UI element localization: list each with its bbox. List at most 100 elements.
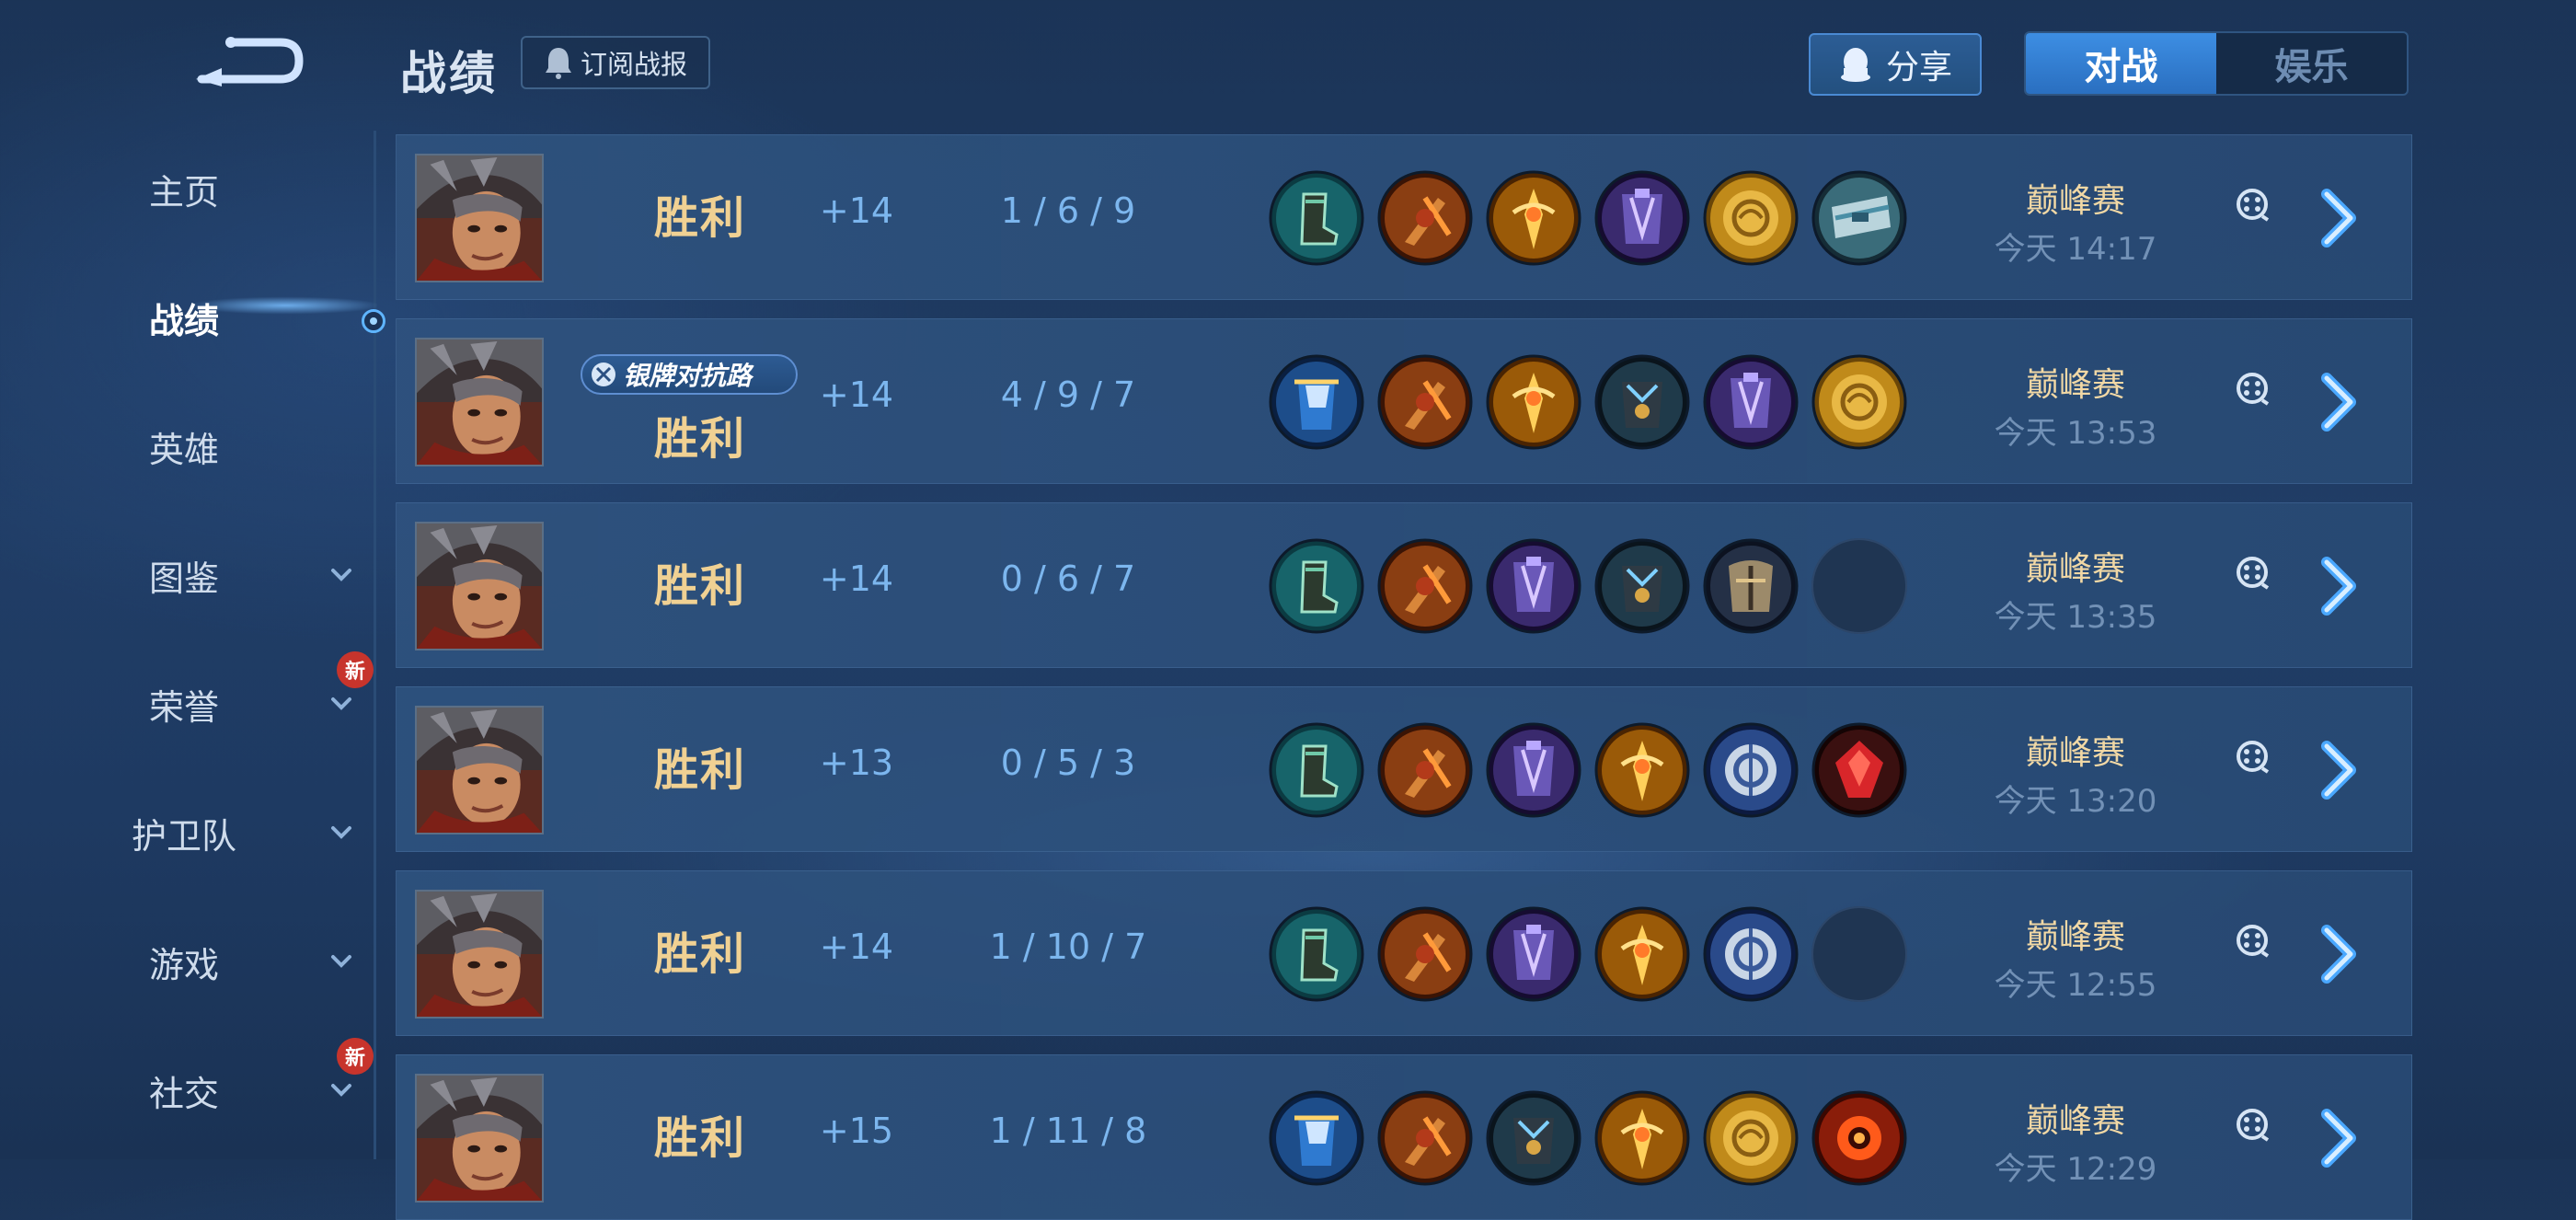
subscribe-report-button[interactable]: 订阅战报: [521, 36, 710, 89]
replay-film-icon[interactable]: [2235, 1107, 2270, 1142]
blade-icon: [1377, 722, 1473, 818]
match-time: 今天 13:20: [1994, 783, 2157, 820]
chevron-right-icon[interactable]: [2317, 555, 2362, 617]
replay-film-icon[interactable]: [2235, 923, 2270, 958]
dark-armor-icon: [1594, 354, 1690, 450]
golden-relic-icon: [1486, 354, 1581, 450]
match-row[interactable]: 胜利 +14 1 / 10 / 7 巅峰赛 今天 12:55: [396, 870, 2412, 1036]
kda: 1 / 6 / 9: [1000, 190, 1136, 231]
match-result: 胜利: [653, 192, 746, 244]
sidebar-item-1[interactable]: 战绩: [0, 276, 368, 359]
match-row[interactable]: 银牌对抗路 胜利 +14 4 / 9 / 7 巅峰赛 今天 13:53: [396, 318, 2412, 484]
blade-icon: [1377, 538, 1473, 634]
sidebar-item-0[interactable]: 主页: [0, 147, 368, 230]
blue-armor-icon: [1269, 1090, 1364, 1186]
silver-shield-icon: [1703, 906, 1799, 1002]
mode-tabs: 对战 娱乐: [2024, 31, 2409, 96]
match-row[interactable]: 胜利 +14 1 / 6 / 9 巅峰赛 今天 14:17: [396, 134, 2412, 300]
sidebar-item-4[interactable]: 荣誉 新: [0, 651, 374, 745]
sidebar-item-2[interactable]: 英雄: [0, 405, 368, 488]
blue-armor-icon: [1269, 354, 1364, 450]
sidebar-item-label: 图鉴: [148, 558, 219, 599]
tab-battle[interactable]: 对战: [2026, 33, 2216, 94]
gold-coin-icon: [1703, 1090, 1799, 1186]
new-badge: 新: [337, 651, 374, 688]
match-row[interactable]: 胜利 +15 1 / 11 / 8 巅峰赛 今天 12:29: [396, 1054, 2412, 1220]
silver-shield-icon: [1703, 722, 1799, 818]
chevron-right-icon[interactable]: [2317, 1107, 2362, 1169]
kda: 1 / 10 / 7: [989, 927, 1147, 967]
sidebar-item-label: 荣誉: [148, 686, 219, 728]
sidebar-item-label: 战绩: [148, 300, 219, 341]
game-mode: 巅峰赛: [2025, 734, 2125, 772]
chest-plate-icon: [1703, 538, 1799, 634]
chevron-right-icon[interactable]: [2317, 923, 2362, 985]
game-mode: 巅峰赛: [2025, 550, 2125, 588]
kda: 4 / 9 / 7: [1000, 374, 1136, 415]
replay-film-icon[interactable]: [2235, 371, 2270, 406]
match-row[interactable]: 胜利 +13 0 / 5 / 3 巅峰赛今天 13:20: [396, 686, 2412, 852]
gold-coin-icon: [1811, 354, 1907, 450]
red-gem-icon: [1811, 722, 1907, 818]
hero-avatar[interactable]: [415, 154, 544, 282]
chevron-down-icon: [331, 826, 351, 839]
sidebar-item-5[interactable]: 护卫队: [0, 791, 368, 874]
chevron-down-icon: [331, 569, 351, 581]
golden-relic-icon: [1594, 722, 1690, 818]
match-time: 今天 14:17: [1994, 231, 2157, 268]
qq-penguin-icon: [1840, 48, 1870, 82]
sidebar: 主页 战绩 英雄 图鉴 荣誉新护卫队 游戏 社交新: [0, 138, 386, 1159]
replay-film-icon[interactable]: [2235, 739, 2270, 774]
back-arrow-icon: [196, 37, 304, 86]
sidebar-item-6[interactable]: 游戏: [0, 920, 368, 1003]
match-time: 今天 13:53: [1994, 415, 2157, 452]
purple-armor-icon: [1703, 354, 1799, 450]
chevron-right-icon[interactable]: [2317, 371, 2362, 433]
hero-avatar[interactable]: [415, 706, 544, 834]
chevron-right-icon[interactable]: [2317, 187, 2362, 249]
game-mode: 巅峰赛: [2025, 182, 2125, 220]
sidebar-item-3[interactable]: 图鉴: [0, 534, 368, 616]
rank-score-change: +13: [819, 742, 894, 783]
rank-score-change: +14: [819, 374, 894, 415]
subscribe-report-label: 订阅战报: [580, 49, 687, 80]
hero-avatar[interactable]: [415, 522, 544, 650]
share-button[interactable]: 分享: [1809, 33, 1982, 96]
replay-film-icon[interactable]: [2235, 555, 2270, 590]
kda: 0 / 5 / 3: [1000, 742, 1136, 783]
swift-boots-icon: [1269, 170, 1364, 266]
blade-icon: [1377, 1090, 1473, 1186]
lane-rank-badge: 银牌对抗路: [581, 354, 798, 395]
fire-orb-icon: [1811, 1090, 1907, 1186]
bell-icon: [545, 48, 571, 79]
match-result: 胜利: [653, 744, 746, 796]
sidebar-item-7[interactable]: 社交 新: [0, 1038, 374, 1132]
blade-icon: [1377, 354, 1473, 450]
crossed-swords-icon: [592, 363, 615, 386]
kda: 1 / 11 / 8: [989, 1111, 1147, 1151]
swift-boots-icon: [1269, 722, 1364, 818]
blade-icon: [1377, 906, 1473, 1002]
chevron-right-icon[interactable]: [2317, 739, 2362, 801]
match-result: 胜利: [653, 1112, 746, 1164]
sidebar-item-label: 护卫队: [131, 815, 236, 857]
replay-film-icon[interactable]: [2235, 187, 2270, 222]
empty-slot: [1811, 906, 1907, 1002]
game-mode: 巅峰赛: [2025, 918, 2125, 956]
hero-avatar[interactable]: [415, 1074, 544, 1203]
dark-armor-icon: [1594, 538, 1690, 634]
back-button[interactable]: [189, 31, 308, 90]
match-time: 今天 12:55: [1994, 967, 2157, 1004]
new-badge: 新: [337, 1038, 374, 1075]
empty-slot: [1811, 538, 1907, 634]
match-row[interactable]: 胜利 +14 0 / 6 / 7 巅峰赛 今天 13:35: [396, 502, 2412, 668]
hero-avatar[interactable]: [415, 338, 544, 466]
tab-entertainment[interactable]: 娱乐: [2216, 33, 2407, 94]
dark-armor-icon: [1486, 1090, 1581, 1186]
golden-relic-icon: [1594, 906, 1690, 1002]
hero-avatar[interactable]: [415, 890, 544, 1019]
silver-cape-icon: [1811, 170, 1907, 266]
purple-armor-icon: [1486, 538, 1581, 634]
sidebar-item-label: 游戏: [148, 944, 219, 985]
game-mode: 巅峰赛: [2025, 366, 2125, 404]
